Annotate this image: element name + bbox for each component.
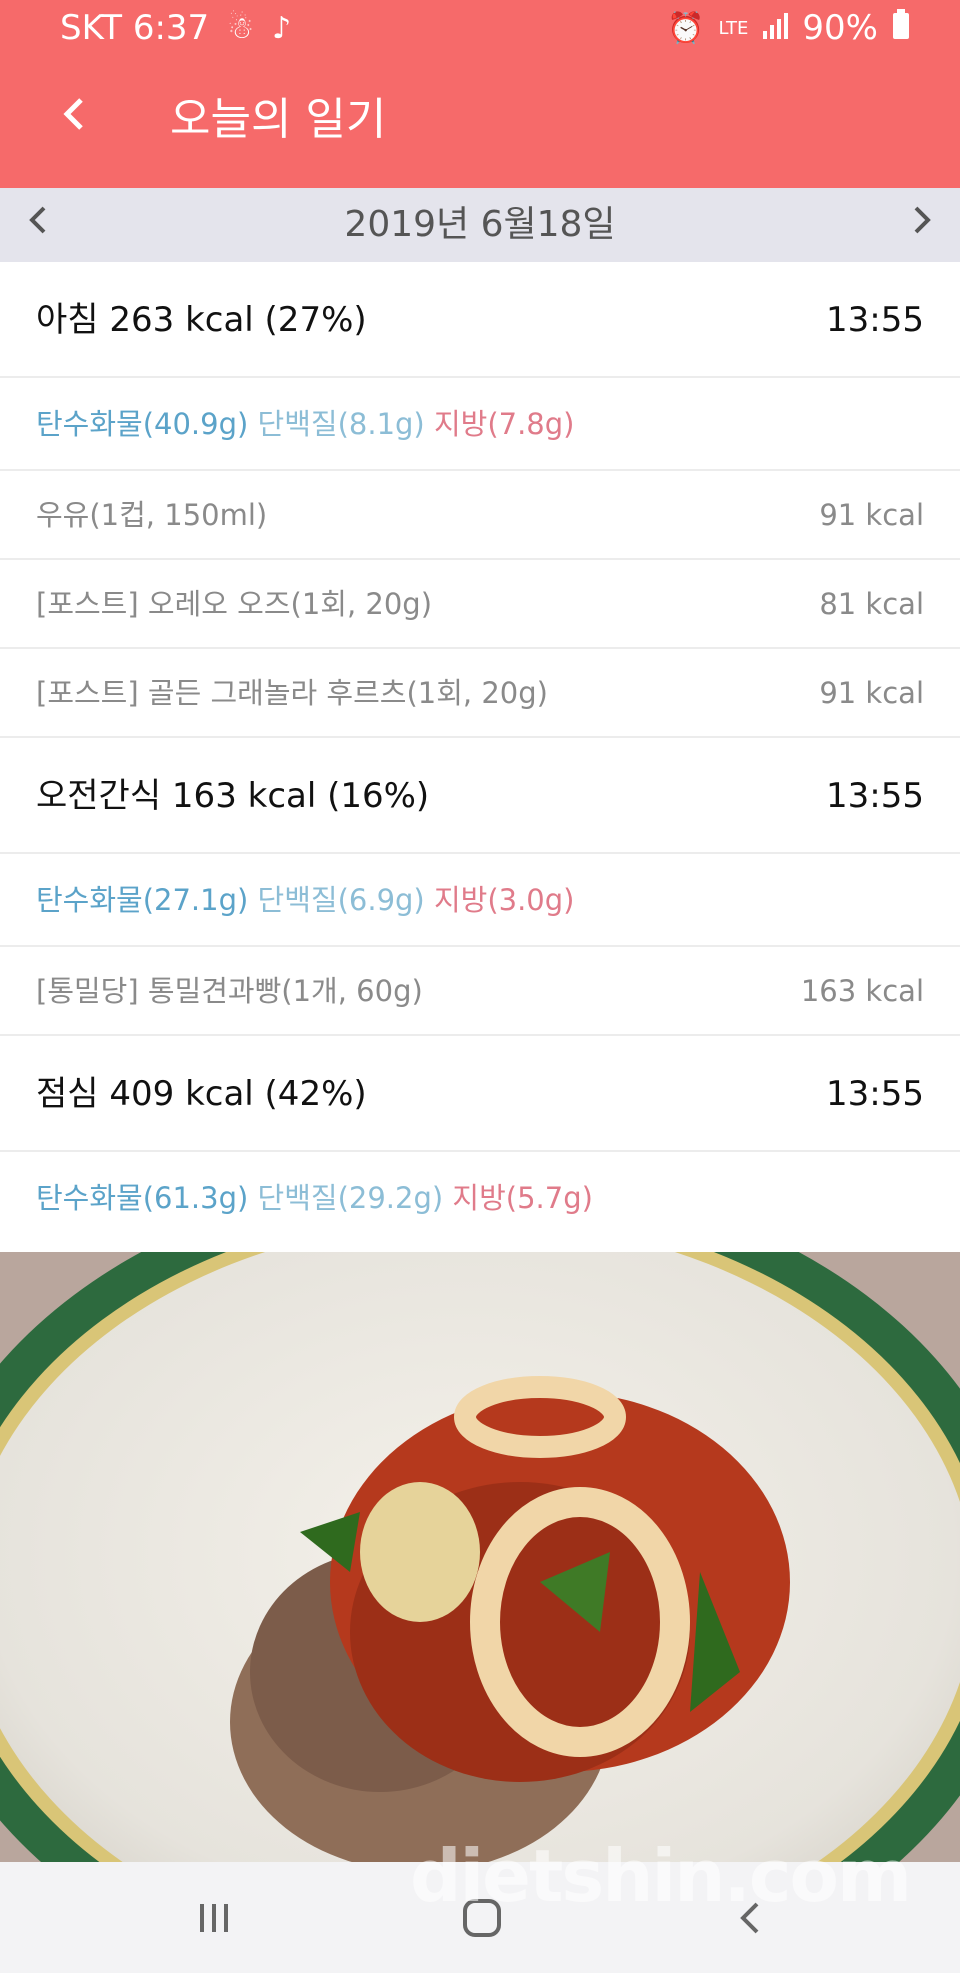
macro-summary: 탄수화물(40.9g) 단백질(8.1g) 지방(7.8g) bbox=[36, 378, 575, 471]
food-item[interactable]: 우유(1컵, 150ml) 91 kcal bbox=[0, 471, 960, 560]
system-nav-bar: dietshin.com bbox=[0, 1834, 960, 1973]
protein-value: 단백질(8.1g) bbox=[257, 407, 425, 441]
app-header: 오늘의 일기 bbox=[0, 60, 960, 188]
page-title: 오늘의 일기 bbox=[170, 94, 387, 145]
fat-value: 지방(5.7g) bbox=[452, 1181, 593, 1215]
meal-time: 13:55 bbox=[826, 1074, 924, 1114]
back-button[interactable] bbox=[44, 90, 104, 150]
status-left: SKT 6:37 ☃ ♪ bbox=[60, 8, 291, 48]
battery-icon bbox=[892, 8, 910, 48]
food-name: [통밀당] 통밀견과빵(1개, 60g) bbox=[36, 974, 423, 1008]
status-right: ⏰ LTE 90% bbox=[667, 8, 910, 48]
signal-icon bbox=[762, 8, 789, 48]
macro-summary: 탄수화물(27.1g) 단백질(6.9g) 지방(3.0g) bbox=[36, 854, 575, 947]
date-navigator: 2019년 6월18일 bbox=[0, 188, 960, 262]
fat-value: 지방(3.0g) bbox=[433, 883, 575, 917]
meal-time: 13:55 bbox=[826, 300, 924, 340]
food-plate-image bbox=[0, 1252, 960, 1862]
food-name: [포스트] 오레오 오즈(1회, 20g) bbox=[36, 587, 433, 621]
food-kcal: 163 kcal bbox=[800, 974, 924, 1008]
carrier-time: SKT 6:37 bbox=[60, 8, 210, 48]
food-kcal: 81 kcal bbox=[819, 587, 924, 621]
meal-title: 아침 263 kcal (27%) bbox=[36, 300, 367, 340]
meal-title: 오전간식 163 kcal (16%) bbox=[36, 776, 430, 816]
lte-label: LTE bbox=[718, 17, 749, 39]
music-icon: ♪ bbox=[272, 10, 292, 46]
status-bar: SKT 6:37 ☃ ♪ ⏰ LTE 90% bbox=[0, 0, 960, 60]
watermark-logo: dietshin.com bbox=[409, 1834, 912, 1918]
food-kcal: 91 kcal bbox=[819, 498, 924, 532]
recent-apps-icon bbox=[200, 1903, 228, 1932]
food-item[interactable]: [포스트] 골든 그래놀라 후르츠(1회, 20g) 91 kcal bbox=[0, 649, 960, 738]
macro-summary: 탄수화물(61.3g) 단백질(29.2g) 지방(5.7g) bbox=[36, 1152, 593, 1245]
macro-row: 탄수화물(40.9g) 단백질(8.1g) 지방(7.8g) bbox=[0, 378, 960, 471]
next-day-button[interactable] bbox=[892, 192, 952, 258]
recent-apps-button[interactable] bbox=[154, 1862, 274, 1973]
meal-header-lunch[interactable]: 점심 409 kcal (42%) 13:55 bbox=[0, 1036, 960, 1152]
food-item[interactable]: [포스트] 오레오 오즈(1회, 20g) 81 kcal bbox=[0, 560, 960, 649]
carb-value: 탄수화물(40.9g) bbox=[36, 407, 249, 441]
meal-title: 점심 409 kcal (42%) bbox=[36, 1074, 367, 1114]
meal-header-breakfast[interactable]: 아침 263 kcal (27%) 13:55 bbox=[0, 262, 960, 378]
meal-header-morning-snack[interactable]: 오전간식 163 kcal (16%) 13:55 bbox=[0, 738, 960, 854]
meal-photo[interactable] bbox=[0, 1252, 960, 1862]
fat-value: 지방(7.8g) bbox=[433, 407, 575, 441]
diary-list: 아침 263 kcal (27%) 13:55 탄수화물(40.9g) 단백질(… bbox=[0, 262, 960, 1245]
protein-value: 단백질(6.9g) bbox=[257, 883, 425, 917]
chevron-right-icon bbox=[914, 206, 931, 234]
date-label: 2019년 6월18일 bbox=[344, 204, 616, 245]
macro-row: 탄수화물(61.3g) 단백질(29.2g) 지방(5.7g) bbox=[0, 1152, 960, 1245]
carb-value: 탄수화물(27.1g) bbox=[36, 883, 249, 917]
meal-time: 13:55 bbox=[826, 776, 924, 816]
back-arrow-icon bbox=[63, 98, 83, 130]
food-name: 우유(1컵, 150ml) bbox=[36, 498, 268, 532]
macro-row: 탄수화물(27.1g) 단백질(6.9g) 지방(3.0g) bbox=[0, 854, 960, 947]
carb-value: 탄수화물(61.3g) bbox=[36, 1181, 249, 1215]
notification-icon: ☃ bbox=[227, 10, 255, 46]
food-kcal: 91 kcal bbox=[819, 676, 924, 710]
alarm-icon: ⏰ bbox=[667, 10, 705, 46]
food-item[interactable]: [통밀당] 통밀견과빵(1개, 60g) 163 kcal bbox=[0, 947, 960, 1036]
food-name: [포스트] 골든 그래놀라 후르츠(1회, 20g) bbox=[36, 676, 548, 710]
battery-percent: 90% bbox=[802, 8, 878, 48]
protein-value: 단백질(29.2g) bbox=[257, 1181, 444, 1215]
